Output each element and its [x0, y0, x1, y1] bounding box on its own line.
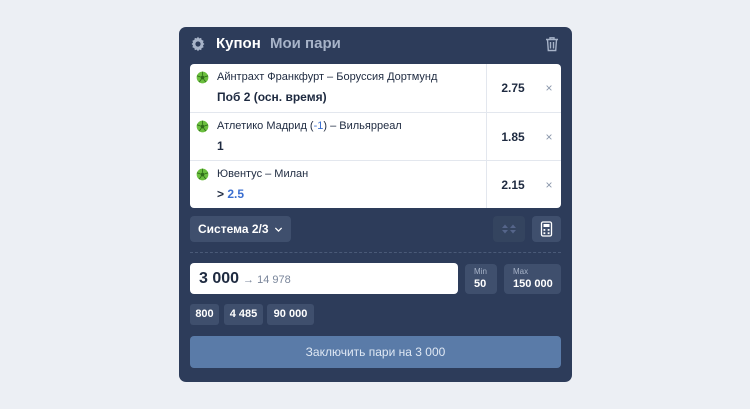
- selection-text: >: [217, 187, 228, 201]
- selection-text: 1: [217, 139, 224, 153]
- event-team-away: ) – Вильярреал: [323, 120, 402, 132]
- bet-coupon-panel: Купон Мои пари Айнтрахт Франкфурт – Бору…: [179, 27, 572, 382]
- gear-icon[interactable]: [190, 36, 206, 52]
- event-name: Атлетико Мадрид (-1) – Вильярреал: [217, 120, 402, 132]
- event-team-home: Атлетико Мадрид (: [217, 120, 314, 132]
- list-item: Атлетико Мадрид (-1) – Вильярреал 1 1.85…: [190, 112, 561, 161]
- close-icon[interactable]: ×: [542, 130, 556, 144]
- system-dropdown[interactable]: Система 2/3: [190, 216, 291, 242]
- event-name: Айнтрахт Франкфурт – Боруссия Дортмунд: [217, 71, 438, 83]
- tab-coupon[interactable]: Купон: [216, 35, 261, 52]
- quick-stake-button[interactable]: 4 485: [224, 304, 263, 325]
- potential-win: → 14 978: [243, 274, 291, 286]
- divider: [190, 252, 561, 253]
- close-icon[interactable]: ×: [542, 178, 556, 192]
- calculator-button[interactable]: [532, 216, 561, 242]
- sort-button[interactable]: [493, 216, 525, 242]
- event-name: Ювентус – Милан: [217, 168, 309, 180]
- stake-input[interactable]: 3 000 → 14 978: [190, 263, 458, 294]
- odds-value: 2.15: [501, 178, 525, 192]
- football-icon: [196, 120, 209, 133]
- stake-amount: 3 000: [199, 270, 240, 287]
- max-label: Max: [513, 267, 529, 276]
- sort-icon: [502, 224, 516, 234]
- max-value: 150 000: [513, 278, 553, 290]
- min-stake-button[interactable]: Min 50: [465, 264, 497, 294]
- odds-value: 2.75: [501, 81, 525, 95]
- total-value: 2.5: [227, 187, 245, 201]
- selection-text: Поб 2 (осн. время): [217, 90, 327, 104]
- list-item: Айнтрахт Франкфурт – Боруссия Дортмунд П…: [190, 64, 561, 112]
- selection-name: Поб 2 (осн. время): [217, 90, 327, 104]
- coupon-header: Купон Мои пари: [179, 27, 572, 63]
- handicap-value: -1: [313, 120, 324, 132]
- football-icon: [196, 71, 209, 84]
- min-label: Min: [474, 267, 487, 276]
- chevron-down-icon: [274, 227, 283, 233]
- system-label: Система 2/3: [198, 222, 269, 236]
- odds-value: 1.85: [501, 130, 525, 144]
- max-stake-button[interactable]: Max 150 000: [504, 264, 561, 294]
- football-icon: [196, 168, 209, 181]
- tab-my-bets[interactable]: Мои пари: [270, 35, 341, 52]
- trash-icon[interactable]: [545, 36, 559, 52]
- place-bet-button[interactable]: Заключить пари на 3 000: [190, 336, 561, 368]
- bet-list: Айнтрахт Франкфурт – Боруссия Дортмунд П…: [190, 64, 561, 208]
- calculator-icon: [540, 221, 553, 237]
- selection-name: > 2.5: [217, 187, 244, 201]
- min-value: 50: [474, 278, 487, 290]
- quick-stake-button[interactable]: 90 000: [267, 304, 314, 325]
- list-item: Ювентус – Милан > 2.5 2.15 ×: [190, 160, 561, 208]
- quick-stake-button[interactable]: 800: [190, 304, 219, 325]
- close-icon[interactable]: ×: [542, 81, 556, 95]
- selection-name: 1: [217, 139, 224, 153]
